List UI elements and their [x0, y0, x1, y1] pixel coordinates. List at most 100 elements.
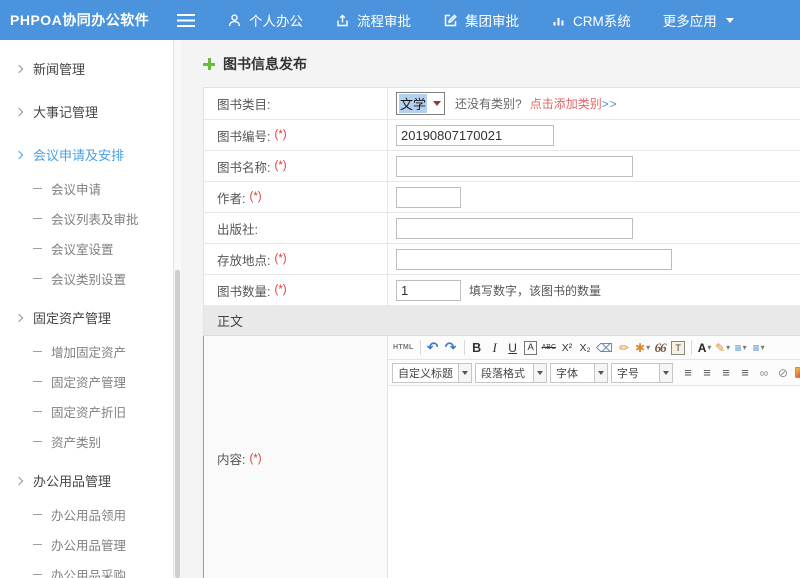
nav-group-approval[interactable]: 集团审批	[443, 10, 519, 30]
html-source-button[interactable]: HTML	[392, 338, 416, 357]
custom-title-select[interactable]: 自定义标题	[392, 363, 472, 383]
location-input[interactable]	[396, 249, 672, 270]
sidebar-group-assets-head[interactable]: 固定资产管理	[0, 299, 181, 336]
form-row-category: 图书类目: 文学 还没有类别? 点击添加类别>>	[204, 88, 800, 120]
sidebar-group-meeting-head[interactable]: 会议申请及安排	[0, 136, 181, 173]
format-brush-icon[interactable]: ✏	[616, 338, 633, 357]
form-row-book-name: 图书名称: (*)	[204, 151, 800, 182]
sidebar-group-news-head[interactable]: 新闻管理	[0, 50, 181, 87]
image-icon[interactable]	[794, 363, 800, 382]
dash-icon	[33, 544, 42, 545]
sidebar-group-memorabilia: 大事记管理	[0, 93, 181, 130]
publisher-input[interactable]	[396, 218, 633, 239]
group-label: 大事记管理	[33, 102, 98, 121]
nav-more-apps[interactable]: 更多应用	[663, 10, 734, 30]
sidebar: 新闻管理 大事记管理 会议申请及安排 会议申请 会议列表及审批	[0, 40, 181, 578]
bar-chart-icon	[551, 13, 566, 28]
hamburger-icon	[177, 14, 195, 27]
sidebar-subitem[interactable]: 会议类别设置	[0, 263, 181, 293]
underline-icon[interactable]: U	[505, 338, 522, 357]
quantity-input[interactable]	[396, 280, 461, 301]
nav-label: 集团审批	[465, 10, 519, 30]
quantity-hint: 填写数字，该图书的数量	[469, 282, 601, 299]
nav-label: 更多应用	[663, 10, 717, 30]
nav-crm-system[interactable]: CRM系统	[551, 10, 631, 30]
body-section-header: 正文	[204, 306, 800, 336]
editor-content-area[interactable]	[388, 386, 800, 578]
required-marker: (*)	[274, 253, 286, 265]
sidebar-subitem[interactable]: 办公用品采购	[0, 559, 181, 578]
sidebar-subitem[interactable]: 固定资产折旧	[0, 396, 181, 426]
dash-icon	[33, 514, 42, 515]
field-label: 图书编号:	[217, 126, 270, 145]
dash-icon	[33, 188, 42, 189]
font-style-box-icon[interactable]: A	[523, 338, 540, 357]
caret-down-icon	[433, 101, 441, 106]
add-category-link[interactable]: 点击添加类别>>	[530, 95, 618, 112]
required-marker: (*)	[249, 453, 261, 465]
link-icon[interactable]: ∞	[756, 363, 773, 382]
eraser-icon[interactable]: ⌫	[595, 338, 615, 357]
sidebar-subitem[interactable]: 资产类别	[0, 426, 181, 456]
superscript-icon[interactable]: X²	[559, 338, 576, 357]
sidebar-group-memorabilia-head[interactable]: 大事记管理	[0, 93, 181, 130]
sidebar-subitem[interactable]: 办公用品管理	[0, 529, 181, 559]
undo-icon[interactable]: ↶	[425, 338, 442, 357]
sidebar-subitem[interactable]: 增加固定资产	[0, 336, 181, 366]
book-no-input[interactable]	[396, 125, 554, 146]
align-justify-icon[interactable]: ≡	[737, 363, 754, 382]
sidebar-subitem[interactable]: 会议室设置	[0, 233, 181, 263]
selected-category: 文学	[399, 94, 427, 113]
unlink-icon[interactable]: ⊘	[775, 363, 792, 382]
sidebar-subitem[interactable]: 会议申请	[0, 173, 181, 203]
form-row-location: 存放地点: (*)	[204, 244, 800, 275]
dash-icon	[33, 278, 42, 279]
align-center-icon[interactable]: ≡	[699, 363, 716, 382]
align-right-icon[interactable]: ≡	[718, 363, 735, 382]
italic-icon[interactable]: I	[487, 338, 504, 357]
dash-icon	[33, 381, 42, 382]
toolbar-separator	[420, 340, 421, 355]
caret-down-icon	[533, 364, 546, 382]
book-name-input[interactable]	[396, 156, 633, 177]
nav-process-approval[interactable]: 流程审批	[335, 10, 411, 30]
form-row-author: 作者: (*)	[204, 182, 800, 213]
nav-personal-office[interactable]: 个人办公	[227, 10, 303, 30]
sidebar-group-supplies-head[interactable]: 办公用品管理	[0, 462, 181, 499]
sidebar-toggle-button[interactable]	[177, 14, 195, 27]
sidebar-scrollbar-track[interactable]	[173, 40, 181, 578]
subscript-icon[interactable]: X₂	[577, 338, 594, 357]
paste-text-icon[interactable]: T	[670, 338, 687, 357]
font-color-icon[interactable]: A▾	[696, 338, 713, 357]
nav-label: 流程审批	[357, 10, 411, 30]
main-content: 图书信息发布 图书类目: 文学 还没有类别? 点击添加类别>>	[181, 40, 800, 578]
strikethrough-icon[interactable]: ABC	[541, 338, 558, 357]
align-left-icon[interactable]: ≡	[680, 363, 697, 382]
paragraph-format-select[interactable]: 段落格式	[475, 363, 547, 383]
font-family-select[interactable]: 字体	[550, 363, 608, 383]
group-label: 办公用品管理	[33, 471, 111, 490]
highlighter-icon[interactable]: ✎▾	[714, 338, 731, 357]
caret-down-icon	[458, 364, 471, 382]
chevron-right-icon	[15, 107, 23, 115]
book-category-select[interactable]: 文学	[396, 92, 445, 115]
page-title-text: 图书信息发布	[223, 54, 307, 74]
dash-icon	[33, 218, 42, 219]
sidebar-subitem[interactable]: 会议列表及审批	[0, 203, 181, 233]
sidebar-subitem[interactable]: 固定资产管理	[0, 366, 181, 396]
form-row-content: 内容: (*) HTML ↶ ↷	[203, 336, 800, 578]
ordered-list-icon[interactable]: ≡▾	[732, 338, 749, 357]
topbar-nav: 个人办公 流程审批 集团审批 CRM系统 更多应用	[227, 10, 734, 30]
author-input[interactable]	[396, 187, 461, 208]
bold-icon[interactable]: B	[469, 338, 486, 357]
font-size-select[interactable]: 字号	[611, 363, 673, 383]
sidebar-scrollbar-thumb[interactable]	[175, 270, 180, 578]
chevron-right-icon	[15, 150, 23, 158]
app-logo: PHPOA协同办公软件	[0, 10, 163, 30]
color-palette-icon[interactable]: ✱▾	[634, 338, 651, 357]
sidebar-subitem[interactable]: 办公用品领用	[0, 499, 181, 529]
blockquote-icon[interactable]: 66	[652, 338, 669, 357]
unordered-list-icon[interactable]: ≡▾	[750, 338, 767, 357]
group-label: 会议申请及安排	[33, 145, 124, 164]
redo-icon[interactable]: ↷	[443, 338, 460, 357]
